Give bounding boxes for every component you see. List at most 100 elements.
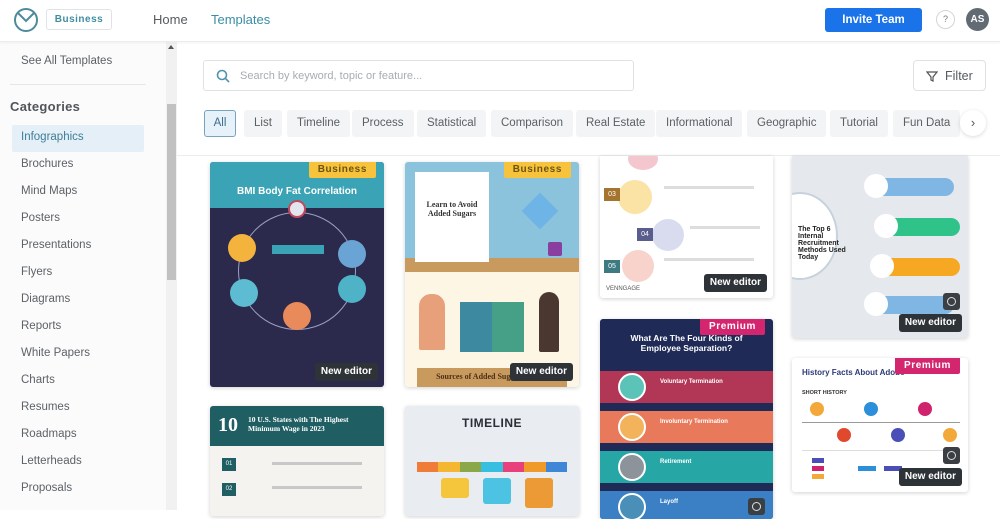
- card-pill-icon: [864, 174, 888, 198]
- premium-badge: Premium: [700, 319, 765, 335]
- search-input[interactable]: [240, 66, 620, 86]
- card-dot: [891, 428, 905, 442]
- card-bar: [858, 466, 876, 471]
- card-timeline-bar: [417, 462, 567, 472]
- help-icon[interactable]: ?: [936, 10, 955, 29]
- download-icon[interactable]: [943, 447, 960, 464]
- template-card[interactable]: Learn to Avoid Added Sugars Sources of A…: [405, 162, 579, 387]
- sidebar-item-white-papers[interactable]: White Papers: [12, 341, 144, 368]
- search-box[interactable]: [203, 60, 634, 91]
- card-text-line: [272, 486, 362, 489]
- sidebar-item-diagrams[interactable]: Diagrams: [12, 287, 144, 314]
- chip-statistical[interactable]: Statistical: [417, 110, 487, 137]
- filter-label: Filter: [945, 69, 973, 83]
- card-step-number: 05: [604, 260, 620, 273]
- scroll-up-arrow-icon[interactable]: [168, 45, 174, 49]
- search-icon: [216, 69, 230, 83]
- sidebar-item-letterheads[interactable]: Letterheads: [12, 449, 144, 476]
- chip-fun-data[interactable]: Fun Data: [893, 110, 961, 137]
- nav-templates[interactable]: Templates: [211, 12, 270, 27]
- sidebar-item-roadmaps[interactable]: Roadmaps: [12, 422, 144, 449]
- card-pill-icon: [874, 214, 898, 238]
- sidebar-item-reports[interactable]: Reports: [12, 314, 144, 341]
- chip-all[interactable]: All: [204, 110, 236, 137]
- invite-team-button[interactable]: Invite Team: [825, 8, 922, 32]
- card-section-label: SHORT HISTORY: [802, 390, 847, 396]
- template-card[interactable]: The Top 6 Internal Recruitment Methods U…: [792, 156, 968, 338]
- filter-button[interactable]: Filter: [913, 60, 986, 91]
- filter-icon: [926, 71, 938, 82]
- download-icon[interactable]: [748, 498, 765, 515]
- sidebar-item-charts[interactable]: Charts: [12, 368, 144, 395]
- card-icon-node: [283, 302, 311, 330]
- template-card[interactable]: 03 04 05 VENNGAGE New editor: [600, 156, 773, 298]
- user-avatar[interactable]: AS: [966, 8, 989, 31]
- card-legend-swatch: [812, 466, 824, 471]
- card-timeline-line: [802, 422, 960, 423]
- card-item: Retirement: [660, 459, 692, 465]
- nav-home[interactable]: Home: [153, 12, 188, 27]
- template-card[interactable]: 10 10 U.S. States with The Highest Minim…: [210, 406, 384, 516]
- scrollbar-thumb[interactable]: [167, 104, 176, 280]
- sidebar-item-resumes[interactable]: Resumes: [12, 395, 144, 422]
- workspace-badge[interactable]: Business: [46, 9, 112, 30]
- card-row-number: 02: [222, 483, 236, 496]
- card-icon-node: [228, 234, 256, 262]
- card-footer-brand: VENNGAGE: [606, 286, 641, 292]
- chip-real-estate[interactable]: Real Estate: [576, 110, 656, 137]
- card-dot: [864, 402, 878, 416]
- card-title: 10 U.S. States with The Highest Minimum …: [248, 415, 349, 433]
- new-editor-tag: New editor: [898, 314, 962, 332]
- download-icon[interactable]: [943, 293, 960, 310]
- template-card[interactable]: TIMELINE: [405, 406, 579, 516]
- card-photo-circle: [618, 373, 646, 401]
- categories-heading: Categories: [10, 99, 81, 114]
- card-title: What Are The Four Kinds of Employee Sepa…: [630, 333, 743, 354]
- card-mug: [548, 242, 562, 256]
- card-title: BMI Body Fat Correlation: [236, 186, 357, 197]
- template-card[interactable]: What Are The Four Kinds of Employee Sepa…: [600, 319, 773, 519]
- card-title: The Top 6 Internal Recruitment Methods U…: [798, 226, 846, 261]
- card-item: Involuntary Termination: [660, 419, 728, 425]
- sidebar-item-posters[interactable]: Posters: [12, 206, 144, 233]
- card-item: Layoff: [660, 499, 678, 505]
- card-text-line: [272, 462, 362, 465]
- sidebar-item-proposals[interactable]: Proposals: [12, 476, 144, 503]
- card-row-number: 01: [222, 458, 236, 471]
- card-step-circle: [628, 156, 658, 170]
- card-pill-icon: [870, 254, 894, 278]
- business-badge: Business: [308, 162, 376, 178]
- chip-timeline[interactable]: Timeline: [287, 110, 351, 137]
- card-timeline-box: [483, 478, 511, 504]
- see-all-templates-link[interactable]: See All Templates: [21, 55, 112, 67]
- card-title: TIMELINE: [462, 416, 522, 430]
- card-legend-swatch: [812, 458, 824, 463]
- chips-next-arrow-icon[interactable]: ›: [960, 110, 986, 136]
- chip-comparison[interactable]: Comparison: [491, 110, 573, 137]
- chip-geographic[interactable]: Geographic: [747, 110, 827, 137]
- chip-process[interactable]: Process: [352, 110, 414, 137]
- sidebar-scrollbar[interactable]: [166, 42, 177, 510]
- sidebar-item-presentations[interactable]: Presentations: [12, 233, 144, 260]
- chip-informational[interactable]: Informational: [656, 110, 743, 137]
- card-big-number: 10: [218, 414, 238, 436]
- new-editor-tag: New editor: [898, 468, 962, 486]
- card-text-line: [664, 258, 754, 261]
- sidebar-item-mind-maps[interactable]: Mind Maps: [12, 179, 144, 206]
- card-title: Learn to Avoid Added Sugars: [426, 200, 478, 218]
- sidebar-item-flyers[interactable]: Flyers: [12, 260, 144, 287]
- chip-list[interactable]: List: [244, 110, 282, 137]
- sidebar-item-infographics[interactable]: Infographics: [12, 125, 144, 152]
- card-icon-node: [288, 200, 306, 218]
- chip-tutorial[interactable]: Tutorial: [830, 110, 888, 137]
- venngage-logo-icon[interactable]: [13, 7, 39, 33]
- template-card[interactable]: History Facts About Adobe SHORT HISTORY …: [792, 358, 968, 492]
- sidebar: See All Templates Categories Infographic…: [0, 42, 166, 510]
- sidebar-divider: [10, 84, 146, 85]
- card-step-number: 03: [604, 188, 620, 201]
- card-figure: [419, 294, 445, 350]
- new-editor-tag: New editor: [703, 274, 767, 292]
- template-card[interactable]: BMI Body Fat Correlation Business New ed…: [210, 162, 384, 387]
- sidebar-item-brochures[interactable]: Brochures: [12, 152, 144, 179]
- card-step-circle: [618, 180, 652, 214]
